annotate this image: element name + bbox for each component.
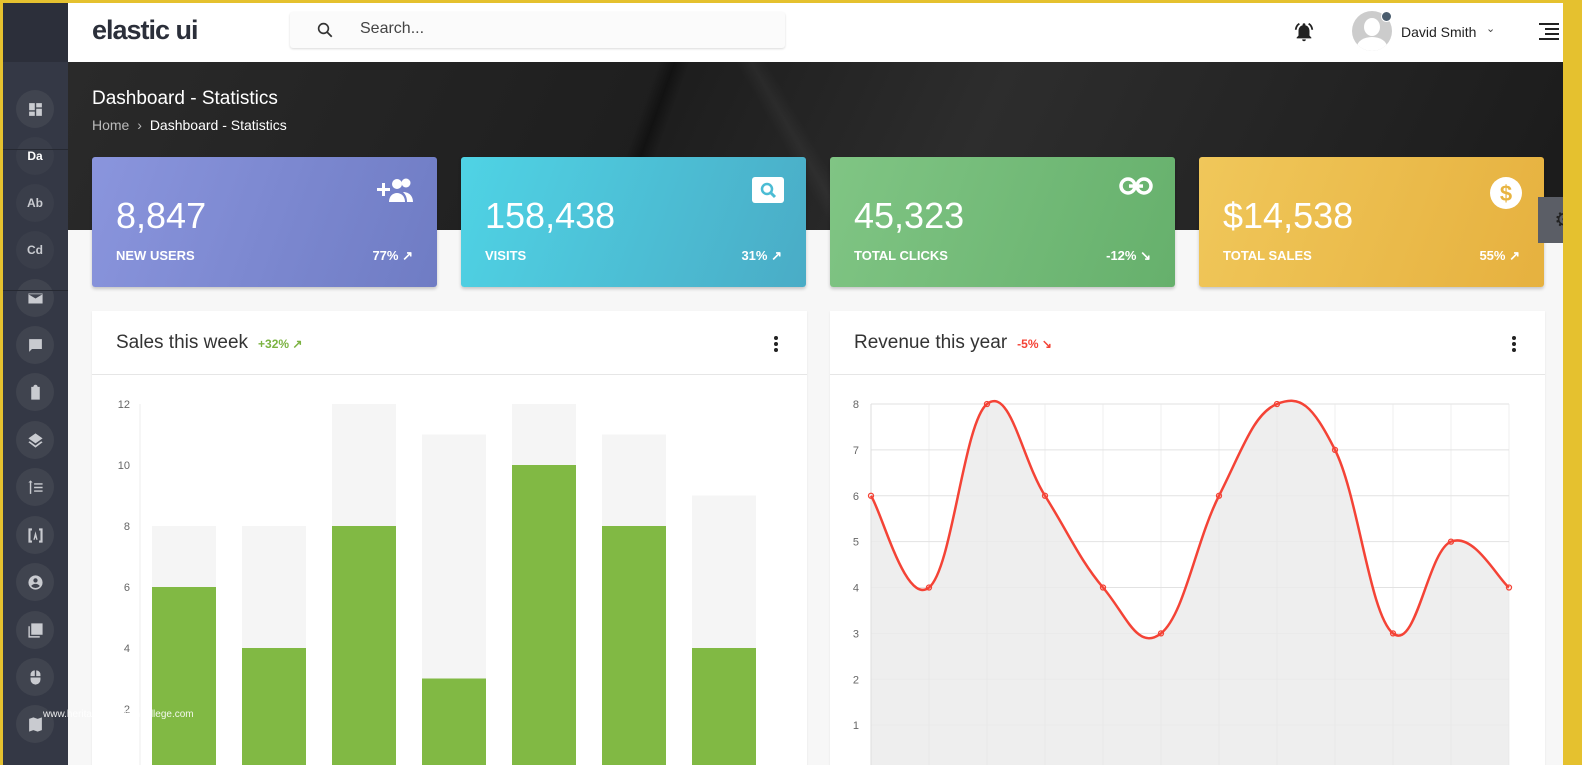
y-tick-label: 4 <box>124 643 130 655</box>
y-tick-label: 7 <box>853 445 859 457</box>
y-tick-label: 8 <box>853 399 859 411</box>
y-tick-label: 12 <box>118 399 130 411</box>
y-tick-label: 3 <box>853 628 859 640</box>
bar-sales <box>152 587 216 765</box>
y-tick-label: 2 <box>853 674 859 686</box>
settings-toggle[interactable]: ⚙ <box>1538 197 1563 243</box>
watermark: www.heritagechristiancollege.com <box>43 709 194 720</box>
y-tick-label: 4 <box>853 583 859 595</box>
bar-sales <box>692 648 756 765</box>
app-frame: DaAbCd elastic ui David Smith ⌄ Dashboar… <box>3 3 1563 765</box>
gear-icon: ⚙ <box>1554 207 1563 233</box>
y-tick-label: 8 <box>124 521 130 533</box>
y-tick-label: 5 <box>853 537 859 549</box>
bar-sales <box>332 526 396 765</box>
y-tick-label: 6 <box>853 491 859 503</box>
bar-sales <box>422 678 486 765</box>
y-tick-label: 6 <box>124 582 130 594</box>
bar-sales <box>512 465 576 765</box>
y-tick-label: 1 <box>853 720 859 732</box>
bar-sales <box>602 526 666 765</box>
y-tick-label: 10 <box>118 460 130 472</box>
bar-sales <box>242 648 306 765</box>
charts-layer: 2468101212345678 <box>118 399 1513 765</box>
